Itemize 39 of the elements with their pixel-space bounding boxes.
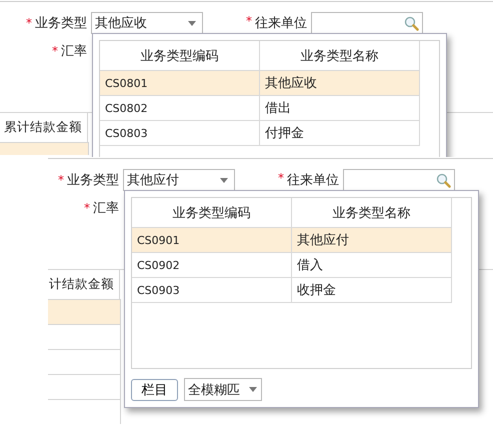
required-mark: *: [52, 44, 58, 58]
table-cell[interactable]: CS0803: [100, 121, 260, 146]
table-cell[interactable]: 借出: [260, 96, 420, 121]
grid-row[interactable]: [0, 142, 89, 155]
table-cell[interactable]: 收押金: [292, 278, 452, 303]
table-cell[interactable]: 其他应收: [260, 71, 420, 96]
table-cell[interactable]: 付押金: [260, 121, 420, 146]
grid-row[interactable]: [48, 349, 121, 374]
field-label: 汇率: [93, 200, 119, 217]
table-cell[interactable]: 其他应付: [292, 228, 452, 253]
caret-icon: [220, 178, 228, 182]
search-icon[interactable]: [404, 16, 419, 30]
required-mark: *: [278, 171, 284, 187]
field-label: 往来单位: [287, 172, 339, 189]
table-cell[interactable]: CS0802: [100, 96, 260, 121]
field-label: 汇率: [61, 43, 87, 60]
columns-button[interactable]: 栏目: [131, 378, 178, 400]
column-header: 累计结款金额: [4, 119, 82, 136]
grid-row[interactable]: [48, 374, 121, 399]
required-mark: *: [246, 14, 252, 30]
table-cell[interactable]: CS0901: [132, 228, 292, 253]
table-cell[interactable]: CS0903: [132, 278, 292, 303]
table-cell[interactable]: CS0801: [100, 71, 260, 96]
match-mode-select[interactable]: 全模糊匹: [184, 378, 262, 401]
required-mark: *: [58, 173, 64, 187]
caret-icon: [188, 20, 196, 26]
required-mark: *: [26, 16, 32, 30]
column-header: 计结款金额: [49, 276, 114, 293]
field-label: 业务类型: [67, 172, 119, 189]
table-cell[interactable]: 借入: [292, 253, 452, 278]
field-label: 业务类型: [35, 15, 87, 32]
search-icon[interactable]: [436, 172, 451, 188]
table-cell[interactable]: CS0902: [132, 253, 292, 278]
grid-row[interactable]: [48, 324, 121, 349]
caret-icon: [249, 387, 257, 392]
required-mark: *: [84, 201, 90, 215]
field-label: 往来单位: [255, 15, 307, 32]
grid-row[interactable]: [48, 299, 121, 324]
grid-row[interactable]: [48, 399, 121, 424]
